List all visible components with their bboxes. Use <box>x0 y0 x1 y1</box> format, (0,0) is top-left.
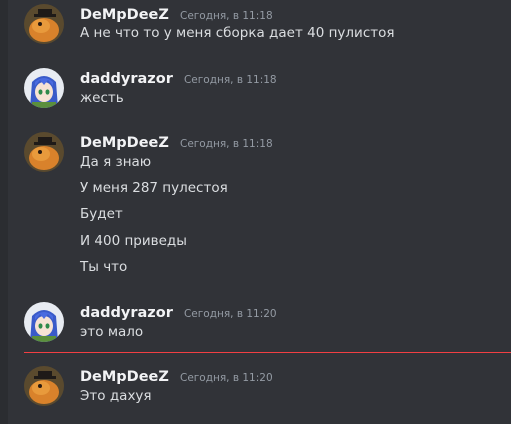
message-text: И 400 приведы <box>80 233 187 249</box>
username[interactable]: DeMpDeeZ <box>80 369 169 385</box>
message-header: DeMpDeeZ Сегодня, в 11:20 <box>80 366 273 385</box>
message-text: жесть <box>80 90 124 106</box>
anime-girl-avatar[interactable] <box>24 68 64 108</box>
timestamp: Сегодня, в 11:20 <box>183 308 277 320</box>
message-text: Это дахуя <box>80 388 152 404</box>
message-text: У меня 287 пулестоя <box>80 180 228 196</box>
message-header: DeMpDeeZ Сегодня, в 11:18 <box>80 132 273 151</box>
timestamp: Сегодня, в 11:18 <box>180 10 273 22</box>
anime-girl-avatar[interactable] <box>24 302 64 342</box>
new-messages-divider <box>24 352 511 353</box>
message-header: daddyrazor Сегодня, в 11:20 <box>80 302 277 321</box>
message-header: DeMpDeeZ Сегодня, в 11:18 <box>80 4 273 23</box>
message-header: daddyrazor Сегодня, в 11:18 <box>80 68 277 87</box>
username[interactable]: daddyrazor <box>80 305 173 321</box>
username[interactable]: daddyrazor <box>80 71 173 87</box>
message-text: А не что то у меня сборка дает 40 пулист… <box>80 25 395 41</box>
username[interactable]: DeMpDeeZ <box>80 135 169 151</box>
message-text: это мало <box>80 324 144 340</box>
timestamp: Сегодня, в 11:18 <box>180 138 273 150</box>
fox-avatar[interactable] <box>24 4 64 44</box>
username[interactable]: DeMpDeeZ <box>80 7 169 23</box>
fox-avatar[interactable] <box>24 366 64 406</box>
timestamp: Сегодня, в 11:18 <box>183 74 277 86</box>
message-text: Да я знаю <box>80 154 152 170</box>
message-text: Будет <box>80 206 123 222</box>
message-text: Ты что <box>80 259 128 275</box>
timestamp: Сегодня, в 11:20 <box>180 372 273 384</box>
channel-left-edge <box>0 0 8 424</box>
fox-avatar[interactable] <box>24 132 64 172</box>
